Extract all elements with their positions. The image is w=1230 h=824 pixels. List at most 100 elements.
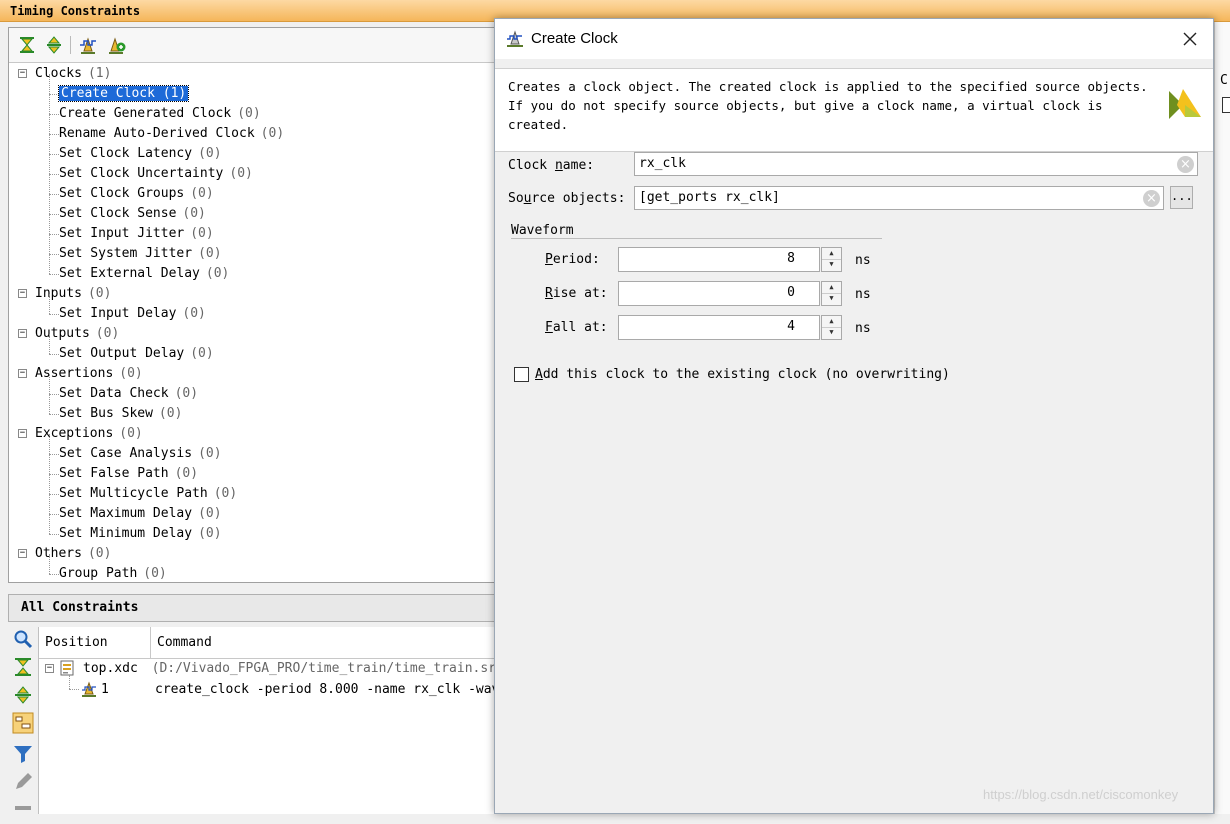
close-icon[interactable] — [1179, 28, 1201, 50]
tree-expander[interactable]: − — [18, 549, 27, 558]
tree-item[interactable]: Set Maximum Delay (0) — [59, 504, 222, 523]
tree-item[interactable]: Set Input Jitter (0) — [59, 224, 214, 243]
rise-at-label: Rise at: — [545, 286, 608, 301]
tree-category[interactable]: Assertions (0) — [35, 364, 143, 383]
tree-connector — [49, 434, 50, 454]
tree-item-count: (0) — [198, 146, 222, 161]
tree-connector — [49, 174, 59, 175]
constraint-index: 1 — [101, 682, 109, 697]
fall-at-input[interactable]: 4 — [618, 315, 820, 340]
clock-name-label: Clock name: — [508, 158, 595, 173]
add-clock-checkbox-label[interactable]: Add this clock to the existing clock (no… — [535, 367, 950, 382]
tree-item[interactable]: Set Clock Groups (0) — [59, 184, 214, 203]
tree-item[interactable]: Create Clock (1) — [57, 84, 190, 103]
waveform-divider — [511, 238, 882, 239]
tree-item[interactable]: Set Output Delay (0) — [59, 344, 214, 363]
tree-item[interactable]: Set False Path (0) — [59, 464, 198, 483]
spin-down-icon[interactable]: ▼ — [822, 293, 841, 304]
tree-item[interactable]: Set Multicycle Path (0) — [59, 484, 237, 503]
period-spinner[interactable]: ▲ ▼ — [821, 247, 842, 272]
collapse-all-icon[interactable] — [17, 35, 37, 55]
clock-name-input[interactable]: rx_clk — [634, 152, 1198, 176]
tree-item-count: (0) — [158, 406, 183, 421]
tree-item-label: Set Data Check — [59, 386, 169, 401]
add-constraint-icon[interactable] — [106, 35, 126, 55]
tree-item-count: (0) — [198, 246, 222, 261]
edit-pencil-icon[interactable] — [12, 771, 34, 793]
tree-toolbar — [9, 28, 494, 63]
tree-item[interactable]: Group Path (0) — [59, 564, 167, 583]
tree-item-count: (0) — [182, 206, 206, 221]
column-header-command[interactable]: Command — [151, 627, 496, 659]
clear-source-objects-icon[interactable]: × — [1143, 190, 1160, 207]
tree-expander[interactable]: − — [18, 369, 27, 378]
tree-connector — [49, 234, 59, 235]
tree-category[interactable]: Exceptions (0) — [35, 424, 143, 443]
tree-expander[interactable]: − — [18, 329, 27, 338]
tree-item[interactable]: Set Bus Skew (0) — [59, 404, 182, 423]
source-objects-input[interactable]: [get_ports rx_clk] — [634, 186, 1164, 210]
rise-at-input[interactable]: 0 — [618, 281, 820, 306]
tree-connector — [49, 274, 59, 275]
rise-at-spinner[interactable]: ▲ ▼ — [821, 281, 842, 306]
tree-expander[interactable]: − — [18, 69, 27, 78]
browse-button[interactable]: ... — [1170, 186, 1193, 209]
expand-all-icon[interactable] — [44, 35, 64, 55]
tree-category[interactable]: Clocks (1) — [35, 64, 111, 83]
tree-item-count: (0) — [198, 446, 222, 461]
filter-icon[interactable] — [12, 743, 34, 765]
tree-item[interactable]: Rename Auto-Derived Clock (0) — [59, 124, 284, 143]
tree-connector — [49, 394, 59, 395]
table-row[interactable]: top.xdc (D:/Vivado_FPGA_PRO/time_train/t… — [83, 661, 519, 676]
tree-item[interactable]: Set External Delay (0) — [59, 264, 229, 283]
tree-item[interactable]: Set Clock Uncertainty (0) — [59, 164, 253, 183]
tree-item[interactable]: Set Input Delay (0) — [59, 304, 206, 323]
tree-item[interactable]: Set Clock Sense (0) — [59, 204, 206, 223]
table-row[interactable]: 1 — [101, 682, 109, 697]
tree-connector — [49, 454, 59, 455]
spin-down-icon[interactable]: ▼ — [822, 259, 841, 270]
add-clock-checkbox[interactable] — [514, 367, 529, 382]
watermark: https://blog.csdn.net/ciscomonkey — [983, 787, 1179, 802]
file-expander[interactable]: − — [45, 664, 54, 673]
tree-connector — [49, 174, 50, 194]
search-icon[interactable] — [12, 628, 34, 650]
collapse-all-icon[interactable] — [12, 656, 34, 678]
dialog-titlebar: Create Clock — [495, 19, 1213, 59]
tree-item-count: (0) — [190, 186, 214, 201]
delete-icon[interactable] — [12, 802, 34, 824]
tree-item[interactable]: Set System Jitter (0) — [59, 244, 222, 263]
tree-item-label: Set Maximum Delay — [59, 506, 193, 521]
expand-all-icon[interactable] — [12, 684, 34, 706]
source-objects-label: Source objects: — [508, 191, 626, 206]
clear-clock-name-icon[interactable]: × — [1177, 156, 1194, 173]
clock-constraint-icon[interactable] — [78, 35, 98, 55]
tree-item[interactable]: Set Data Check (0) — [59, 384, 198, 403]
tree-category[interactable]: Others (0) — [35, 544, 111, 563]
tree-connector — [49, 294, 50, 314]
tree-connector — [49, 394, 50, 414]
tree-item[interactable]: Set Minimum Delay (0) — [59, 524, 222, 543]
tree-connector — [49, 514, 59, 515]
tree-category[interactable]: Outputs (0) — [35, 324, 119, 343]
spin-down-icon[interactable]: ▼ — [822, 327, 841, 338]
fall-at-unit: ns — [855, 321, 871, 336]
tree-item-label: Set Multicycle Path — [59, 486, 208, 501]
period-input[interactable]: 8 — [618, 247, 820, 272]
constraint-command[interactable]: create_clock -period 8.000 -name rx_clk … — [155, 682, 496, 697]
tree-expander[interactable]: − — [18, 289, 27, 298]
tree-expander[interactable]: − — [18, 429, 27, 438]
group-by-file-icon[interactable] — [12, 712, 34, 734]
tree-item-label: Set External Delay — [59, 266, 200, 281]
tree-connector — [49, 194, 59, 195]
tree-item[interactable]: Set Clock Latency (0) — [59, 144, 222, 163]
tree-item[interactable]: Set Case Analysis (0) — [59, 444, 222, 463]
tree-item[interactable]: Create Generated Clock (0) — [59, 104, 261, 123]
background-panel-right: C — [1214, 22, 1230, 814]
column-header-position[interactable]: Position — [39, 627, 151, 659]
fall-at-spinner[interactable]: ▲ ▼ — [821, 315, 842, 340]
tree-connector — [49, 374, 50, 394]
tree-item-count: (0) — [237, 106, 261, 121]
tree-category[interactable]: Inputs (0) — [35, 284, 111, 303]
tree-connector — [49, 74, 50, 94]
